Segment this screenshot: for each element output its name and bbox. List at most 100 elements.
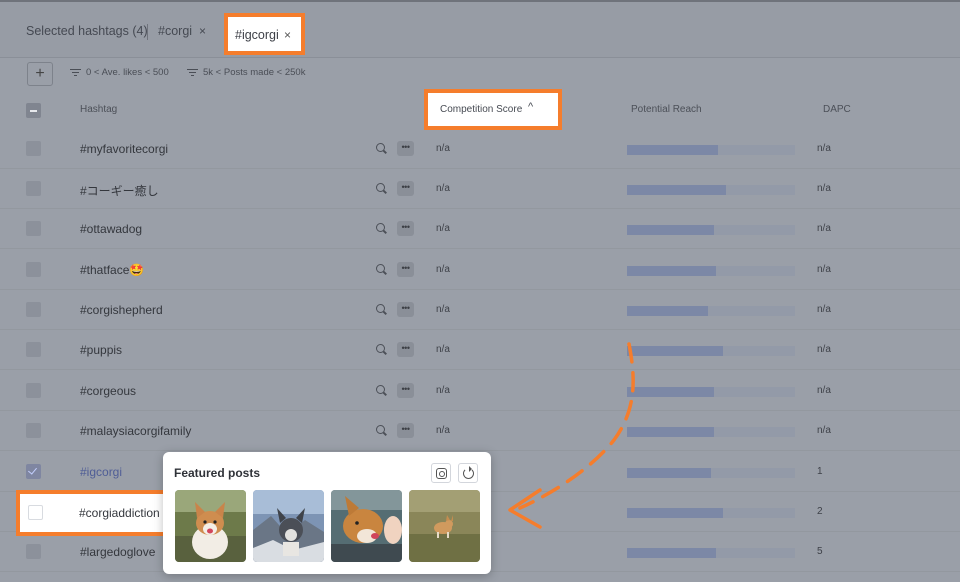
row-checkbox[interactable] — [26, 342, 41, 357]
table-row[interactable]: #コーギー癒し ••• n/a n/a — [0, 169, 960, 209]
competition-score-value: n/a — [436, 223, 450, 234]
search-icon[interactable] — [376, 385, 388, 397]
hashtag-label: #malaysiacorgifamily — [80, 424, 192, 438]
more-options-icon[interactable]: ••• — [397, 262, 414, 277]
column-hashtag[interactable]: Hashtag — [80, 104, 117, 115]
search-icon[interactable] — [376, 143, 388, 155]
competition-score-value: n/a — [436, 344, 450, 355]
filter-avg-likes-label: 0 < Ave. likes < 500 — [86, 67, 169, 78]
tab-corgi-close-icon[interactable]: × — [199, 24, 206, 38]
dapc-value: n/a — [817, 425, 831, 436]
search-icon[interactable] — [376, 425, 388, 437]
column-dapc[interactable]: DAPC — [823, 104, 851, 115]
featured-post-thumbnail[interactable] — [409, 490, 480, 562]
table-row[interactable]: #puppis ••• n/a n/a — [0, 330, 960, 370]
table-row[interactable]: #malaysiacorgifamily ••• n/a n/a — [0, 411, 960, 451]
hashtag-label: #thatface🤩 — [80, 263, 145, 277]
filter-icon — [187, 68, 198, 77]
tab-corgi[interactable]: #corgi — [158, 24, 192, 38]
more-options-icon[interactable]: ••• — [397, 342, 414, 357]
row-checkbox[interactable] — [26, 423, 41, 438]
potential-reach-bar — [627, 508, 795, 518]
search-icon[interactable] — [376, 183, 388, 195]
tab-igcorgi[interactable]: #igcorgi × — [224, 13, 305, 55]
column-potential-reach[interactable]: Potential Reach — [631, 104, 702, 115]
hashtag-label: #corgishepherd — [80, 303, 163, 317]
select-all-checkbox[interactable] — [26, 103, 41, 118]
more-options-icon[interactable]: ••• — [397, 302, 414, 317]
dapc-value: 2 — [817, 506, 823, 517]
filter-icon — [70, 68, 81, 77]
search-icon[interactable] — [376, 344, 388, 356]
potential-reach-bar — [627, 306, 795, 316]
hashtag-label: #myfavoritecorgi — [80, 142, 169, 156]
potential-reach-bar — [627, 468, 795, 478]
featured-post-thumbnail[interactable] — [175, 490, 246, 562]
tab-igcorgi-close-icon[interactable]: × — [284, 28, 291, 42]
refresh-button[interactable] — [458, 463, 478, 483]
row-checkbox[interactable] — [26, 221, 41, 236]
column-competition-score-label: Competition Score — [440, 104, 523, 115]
potential-reach-bar — [627, 225, 795, 235]
row-checkbox[interactable] — [26, 544, 41, 559]
popup-title: Featured posts — [174, 466, 261, 480]
more-options-icon[interactable]: ••• — [397, 383, 414, 398]
hashtag-label: #largedoglove — [80, 545, 156, 559]
hashtag-label[interactable]: #igcorgi — [80, 465, 122, 479]
featured-post-thumbnail[interactable] — [331, 490, 402, 562]
row-checkbox[interactable] — [26, 141, 41, 156]
row-checkbox[interactable] — [26, 181, 41, 196]
row-checkbox[interactable] — [26, 383, 41, 398]
app-window: Selected hashtags (4) #corgi × #igcorgi … — [0, 0, 960, 582]
hashtag-label: #コーギー癒し — [80, 184, 159, 198]
tab-selected-hashtags[interactable]: Selected hashtags (4) — [26, 24, 148, 38]
search-icon[interactable] — [376, 223, 388, 235]
dapc-value: n/a — [817, 344, 831, 355]
dapc-value: 1 — [817, 466, 823, 477]
search-icon[interactable] — [376, 264, 388, 276]
featured-post-thumbnail[interactable] — [253, 490, 324, 562]
add-button[interactable]: + — [27, 62, 53, 86]
row-checkbox[interactable] — [26, 302, 41, 317]
more-options-icon[interactable]: ••• — [397, 141, 414, 156]
more-options-icon[interactable]: ••• — [397, 423, 414, 438]
search-icon[interactable] — [376, 304, 388, 316]
potential-reach-bar — [627, 387, 795, 397]
table-row[interactable]: #ottawadog ••• n/a n/a — [0, 209, 960, 249]
more-options-icon[interactable]: ••• — [397, 221, 414, 236]
potential-reach-fill — [627, 225, 714, 235]
column-competition-score[interactable]: Competition Score ^ — [424, 89, 562, 130]
dapc-value: n/a — [817, 264, 831, 275]
table-row[interactable]: #myfavoritecorgi ••• n/a n/a — [0, 129, 960, 169]
potential-reach-fill — [627, 306, 708, 316]
competition-score-value: n/a — [436, 183, 450, 194]
potential-reach-fill — [627, 427, 714, 437]
table-row[interactable]: #corgishepherd ••• n/a n/a — [0, 290, 960, 330]
competition-score-value: n/a — [436, 425, 450, 436]
tab-igcorgi-label: #igcorgi — [235, 28, 279, 42]
filter-avg-likes[interactable]: 0 < Ave. likes < 500 — [70, 67, 169, 78]
filter-posts-made-label: 5k < Posts made < 250k — [203, 67, 306, 78]
potential-reach-fill — [627, 387, 714, 397]
instagram-button[interactable] — [431, 463, 451, 483]
dapc-value: n/a — [817, 223, 831, 234]
instagram-icon — [436, 468, 447, 479]
featured-posts-popup: Featured posts — [163, 452, 491, 574]
highlighted-row-corgiaddiction[interactable]: #corgiaddiction — [16, 490, 168, 536]
table-row[interactable]: #thatface🤩 ••• n/a n/a — [0, 250, 960, 290]
row-checkbox[interactable] — [26, 464, 41, 479]
row-checkbox[interactable] — [28, 505, 43, 520]
refresh-icon — [463, 466, 474, 479]
row-checkbox[interactable] — [26, 262, 41, 277]
potential-reach-bar — [627, 346, 795, 356]
potential-reach-fill — [627, 346, 723, 356]
potential-reach-bar — [627, 548, 795, 558]
more-options-icon[interactable]: ••• — [397, 181, 414, 196]
filter-posts-made[interactable]: 5k < Posts made < 250k — [187, 67, 305, 78]
potential-reach-fill — [627, 548, 716, 558]
competition-score-value: n/a — [436, 264, 450, 275]
hashtag-label: #ottawadog — [80, 222, 143, 236]
table-header: Hashtag Competition Score ^ Potential Re… — [0, 89, 960, 130]
table-row[interactable]: #corgeous ••• n/a n/a — [0, 371, 960, 411]
competition-score-value: n/a — [436, 304, 450, 315]
